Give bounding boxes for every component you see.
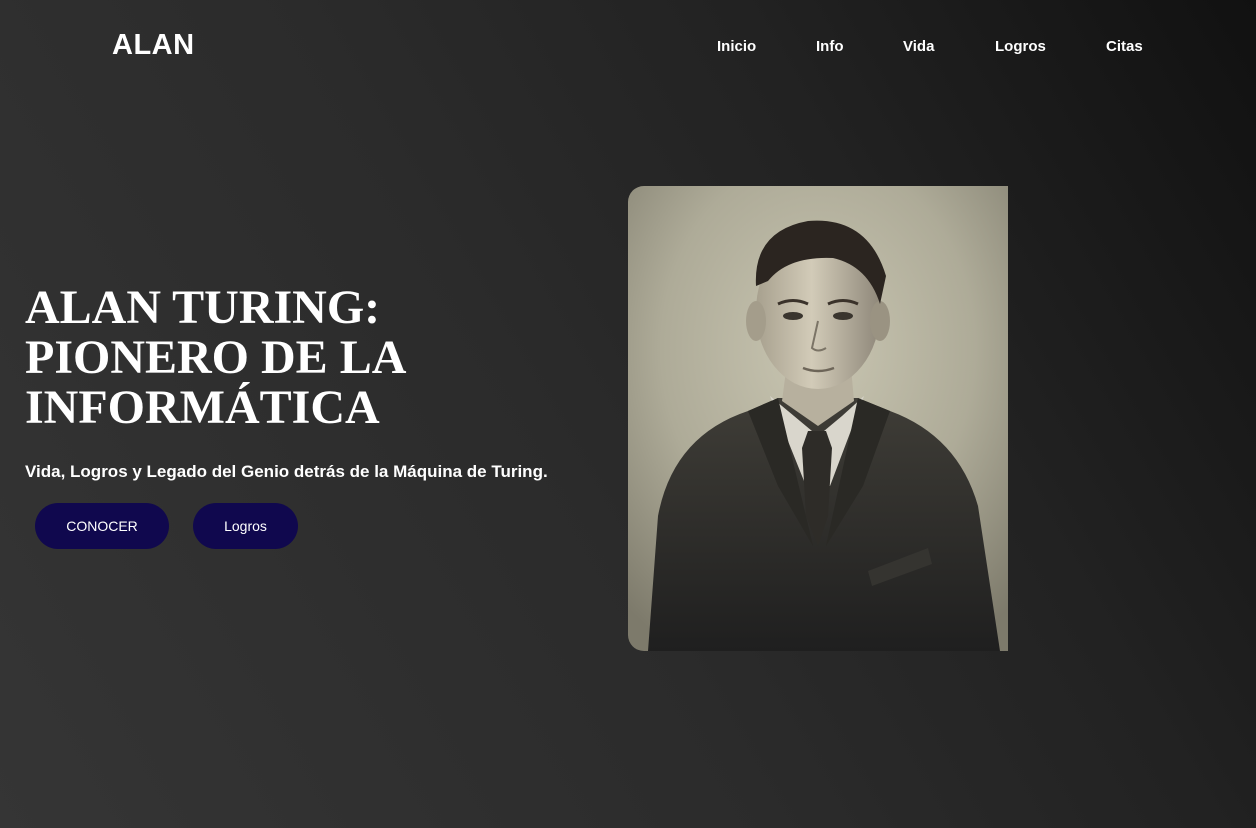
nav-link-info[interactable]: Info: [816, 38, 844, 55]
nav-link-vida[interactable]: Vida: [903, 38, 934, 55]
nav-link-inicio[interactable]: Inicio: [717, 38, 756, 55]
nav-link-logros[interactable]: Logros: [995, 38, 1046, 55]
hero-title-line: INFORMÁTICA: [25, 381, 380, 434]
main-nav: Inicio Info Vida Logros Citas: [0, 38, 1256, 58]
hero-title-line: PIONERO DE LA: [25, 331, 407, 384]
alan-turing-portrait: [628, 186, 1008, 651]
conocer-button[interactable]: CONOCER: [35, 503, 169, 549]
hero-subtitle: Vida, Logros y Legado del Genio detrás d…: [25, 462, 548, 481]
hero-title: ALAN TURING: PIONERO DE LA INFORMÁTICA: [25, 283, 585, 433]
logros-button[interactable]: Logros: [193, 503, 298, 549]
nav-link-citas[interactable]: Citas: [1106, 38, 1143, 55]
hero-title-line: ALAN TURING:: [25, 281, 381, 334]
